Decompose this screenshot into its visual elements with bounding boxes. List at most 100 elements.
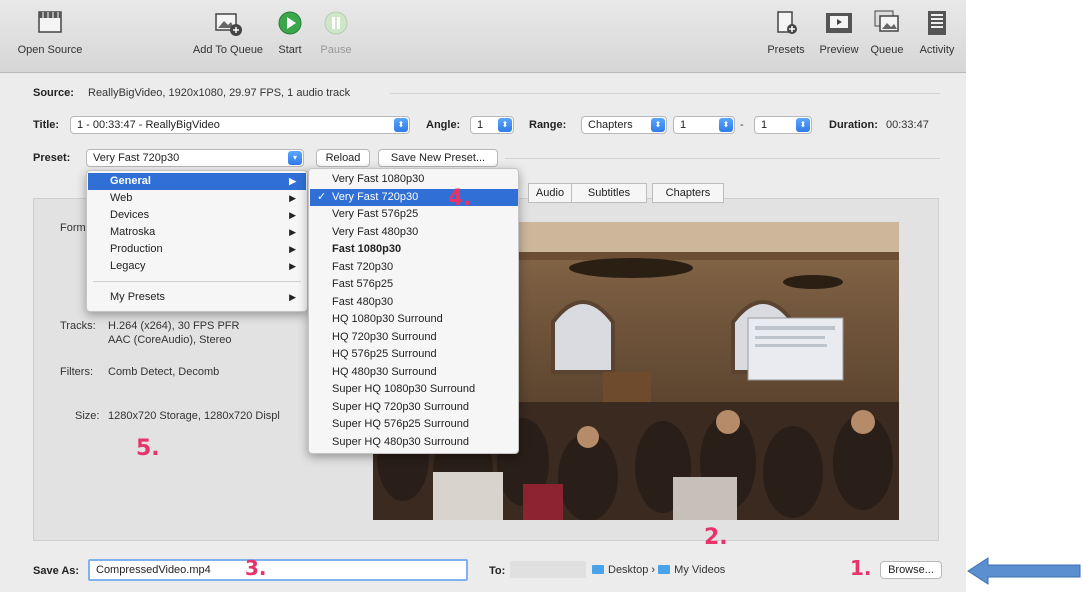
source-value: ReallyBigVideo, 1920x1080, 29.97 FPS, 1 … [88, 87, 351, 99]
divider [505, 158, 940, 159]
preset-option[interactable]: Fast 720p30 [310, 259, 518, 276]
preset-option[interactable]: Fast 480p30 [310, 294, 518, 311]
open-source-button[interactable]: Open Source [10, 8, 90, 56]
menu-item-label: Web [110, 192, 133, 204]
menu-item-label: Matroska [110, 226, 156, 238]
menu-item-label: My Presets [110, 291, 166, 303]
handbrake-window: Open Source Add To Queue Start Pause Pre… [0, 0, 966, 592]
start-button[interactable]: Start [272, 8, 308, 56]
source-label: Source: [33, 87, 74, 99]
tab-subtitles[interactable]: Subtitles [571, 183, 647, 203]
submenu-arrow-icon: ▶ [289, 176, 296, 186]
preset-label: Preset: [33, 152, 71, 164]
pause-icon [321, 8, 351, 38]
preset-option[interactable]: Very Fast 1080p30 [310, 171, 518, 188]
preset-option-label: Very Fast 720p30 [332, 190, 419, 203]
presets-icon [771, 8, 801, 38]
tab-audio[interactable]: Audio [528, 183, 572, 203]
menu-item-legacy[interactable]: Legacy ▶ [88, 258, 306, 275]
title-select-value: 1 - 00:33:47 - ReallyBigVideo [77, 119, 220, 131]
menu-item-label: Production [110, 243, 163, 255]
range-type-select[interactable]: Chapters ⬍ [581, 116, 667, 134]
menu-item-matroska[interactable]: Matroska ▶ [88, 224, 306, 241]
open-source-label: Open Source [17, 44, 83, 56]
preset-option-label: HQ 1080p30 Surround [332, 313, 443, 325]
path-desktop[interactable]: Desktop [608, 564, 648, 576]
preset-option[interactable]: Very Fast 480p30 [310, 224, 518, 241]
browse-button[interactable]: Browse... [880, 561, 942, 579]
annotation-4: 4. [448, 186, 472, 211]
submenu-arrow-icon: ▶ [289, 210, 296, 220]
preview-button[interactable]: Preview [814, 8, 864, 56]
angle-select[interactable]: 1 ⬍ [470, 116, 514, 134]
preset-option-label: Super HQ 1080p30 Surround [332, 383, 476, 395]
preset-select[interactable]: Very Fast 720p30 ▾ [86, 149, 304, 167]
path-my-videos[interactable]: My Videos [674, 564, 725, 576]
tracks-line-1: H.264 (x264), 30 FPS PFR [108, 320, 240, 332]
preset-option-label: Fast 576p25 [332, 278, 394, 290]
folder-icon [658, 565, 671, 574]
preset-option-label: Very Fast 480p30 [332, 225, 419, 238]
add-to-queue-button[interactable]: Add To Queue [188, 8, 268, 56]
preset-option-label: Fast 1080p30 [332, 243, 402, 255]
preset-option-label: Super HQ 480p30 Surround [332, 435, 469, 448]
presets-button[interactable]: Presets [762, 8, 810, 56]
activity-button[interactable]: Activity [912, 8, 962, 56]
preset-option[interactable]: HQ 720p30 Surround [310, 329, 518, 346]
play-icon [275, 8, 305, 38]
chevron-updown-icon: ⬍ [651, 118, 665, 132]
save-new-preset-button[interactable]: Save New Preset... [378, 149, 498, 167]
preset-option[interactable]: Super HQ 576p25 Surround [310, 416, 518, 433]
activity-label: Activity [919, 44, 955, 56]
preset-option[interactable]: HQ 480p30 Surround [310, 364, 518, 381]
checkmark-icon: ✓ [317, 190, 327, 203]
preset-option[interactable]: Super HQ 1080p30 Surround [310, 381, 518, 398]
folder-icon [592, 565, 604, 574]
preset-option[interactable]: HQ 1080p30 Surround [310, 311, 518, 328]
preset-option-label: Very Fast 1080p30 [332, 173, 425, 185]
menu-item-my-presets[interactable]: My Presets ▶ [88, 289, 306, 306]
preset-option[interactable]: Very Fast 576p25 [310, 206, 518, 223]
preset-option[interactable]: Super HQ 720p30 Surround [310, 399, 518, 416]
range-end-value: 1 [761, 119, 768, 131]
preview-icon [824, 8, 854, 38]
preset-option-label: HQ 480p30 Surround [332, 365, 437, 378]
range-end-select[interactable]: 1 ⬍ [754, 116, 812, 134]
range-start-value: 1 [680, 119, 687, 131]
toolbar: Open Source Add To Queue Start Pause Pre… [0, 0, 966, 73]
submenu-arrow-icon: ▶ [289, 227, 296, 237]
queue-button[interactable]: Queue [866, 8, 908, 56]
preset-option[interactable]: Super HQ 480p30 Surround [310, 434, 518, 451]
menu-item-general[interactable]: General ▶ [88, 173, 306, 190]
save-as-input[interactable]: CompressedVideo.mp4 [88, 559, 468, 581]
annotation-5: 5. [136, 436, 160, 461]
preset-option-label: Super HQ 576p25 Surround [332, 418, 469, 430]
menu-item-web[interactable]: Web ▶ [88, 190, 306, 207]
title-select[interactable]: 1 - 00:33:47 - ReallyBigVideo ⬍ [70, 116, 410, 134]
range-start-select[interactable]: 1 ⬍ [673, 116, 735, 134]
menu-item-label: Legacy [110, 260, 146, 272]
chevron-updown-icon: ⬍ [498, 118, 512, 132]
menu-item-devices[interactable]: Devices ▶ [88, 207, 306, 224]
chevron-updown-icon: ⬍ [394, 118, 408, 132]
menu-item-label: Devices [110, 209, 150, 221]
preset-option[interactable]: ✓ Very Fast 720p30 [310, 188, 518, 206]
pause-button[interactable]: Pause [316, 8, 356, 56]
range-label: Range: [529, 119, 567, 131]
preview-label: Preview [819, 44, 859, 56]
save-as-label: Save As: [33, 565, 80, 577]
tab-chapters[interactable]: Chapters [652, 183, 724, 203]
filters-label: Filters: [60, 366, 93, 378]
annotation-2: 2. [704, 525, 728, 550]
destination-path-field[interactable] [510, 561, 586, 578]
preset-option[interactable]: Fast 1080p30 [310, 241, 518, 258]
menu-item-production[interactable]: Production ▶ [88, 241, 306, 258]
queue-label: Queue [870, 44, 904, 56]
preset-option[interactable]: Fast 576p25 [310, 276, 518, 293]
format-label: Form [60, 222, 86, 234]
preset-option[interactable]: HQ 576p25 Surround [310, 346, 518, 363]
preset-category-menu: General ▶ Web ▶ Devices ▶ Matroska ▶ Product… [86, 170, 308, 312]
chevron-updown-icon: ⬍ [719, 118, 733, 132]
reload-button[interactable]: Reload [316, 149, 370, 167]
tracks-label: Tracks: [60, 320, 96, 332]
